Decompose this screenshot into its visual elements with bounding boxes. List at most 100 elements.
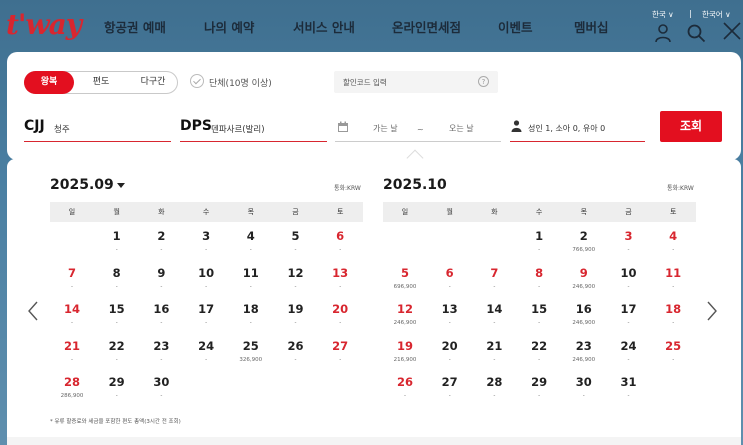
nav-membership[interactable]: 멤버십 — [574, 17, 609, 36]
calendar-day[interactable]: 15 - — [517, 302, 561, 327]
calendar-day[interactable]: 7- — [472, 266, 516, 291]
day-fare: 246,900 — [572, 320, 596, 327]
calendar-day[interactable]: 10 - — [184, 266, 228, 291]
search-panel: 왕복 편도 다구간 단체(10명 이상) 할인코드 입력 ? CJJ 청주 DP… — [7, 52, 741, 160]
calendar-day[interactable]: 12 246,900 — [383, 302, 427, 327]
trip-type-oneway[interactable]: 편도 — [81, 71, 121, 94]
calendar-day[interactable]: 4- — [651, 229, 695, 254]
calendar-day[interactable]: 5- — [274, 229, 318, 254]
day-fare: 696,900 — [393, 283, 417, 290]
day-fare: 246,900 — [572, 356, 596, 363]
day-fare: - — [339, 356, 342, 363]
calendar-day[interactable]: 30 - — [562, 375, 606, 400]
calendar-day[interactable]: 21 - — [472, 339, 516, 364]
calendar-day[interactable]: 20 - — [318, 302, 362, 327]
calendar-day[interactable]: 11 - — [229, 266, 273, 291]
calendar-day[interactable]: 15 - — [95, 302, 139, 327]
next-month-arrow-icon[interactable] — [705, 300, 719, 322]
calendar-day[interactable]: 16 - — [139, 302, 183, 327]
calendar-day[interactable]: 1- — [95, 229, 139, 254]
calendar-day[interactable]: 6- — [318, 229, 362, 254]
day-fare: - — [294, 283, 297, 290]
calendar-day[interactable]: 3- — [607, 229, 651, 254]
passenger-field[interactable]: 성인 1, 소아 0, 유아 0 — [510, 118, 645, 142]
calendar-day[interactable]: 10 - — [607, 266, 651, 291]
country-select[interactable]: 한국 ∨ — [652, 9, 674, 20]
calendar-day[interactable]: 22 - — [95, 339, 139, 364]
calendar-day[interactable]: 13 - — [318, 266, 362, 291]
calendar-day[interactable]: 16 246,900 — [562, 302, 606, 327]
calendar-day[interactable]: 7- — [50, 266, 94, 291]
calendar-day[interactable]: 21 - — [50, 339, 94, 364]
nav-booking[interactable]: 항공권 예매 — [104, 17, 166, 36]
calendar-day[interactable]: 30 - — [139, 375, 183, 400]
calendar-day[interactable]: 20 - — [428, 339, 472, 364]
calendar-day[interactable]: 14 - — [472, 302, 516, 327]
group-checkbox[interactable] — [190, 74, 204, 88]
calendar-day[interactable]: 31 - — [607, 375, 651, 400]
user-icon[interactable] — [653, 23, 673, 43]
calendar-day[interactable]: 29 - — [517, 375, 561, 400]
language-select[interactable]: 한국어 ∨ — [702, 9, 731, 20]
calendar-day[interactable]: 4- — [229, 229, 273, 254]
nav-duty-free[interactable]: 온라인면세점 — [392, 17, 461, 36]
calendar-day[interactable]: 23 246,900 — [562, 339, 606, 364]
calendar-day[interactable]: 29 - — [95, 375, 139, 400]
search-icon[interactable] — [686, 23, 706, 43]
return-date-placeholder[interactable]: 오는 날 — [449, 123, 474, 134]
calendar-day[interactable]: 26 - — [274, 339, 318, 364]
calendar-day[interactable]: 19 216,900 — [383, 339, 427, 364]
calendar-day[interactable]: 28 - — [472, 375, 516, 400]
origin-field[interactable]: CJJ 청주 — [24, 118, 171, 142]
calendar-day[interactable]: 8- — [95, 266, 139, 291]
calendar-day[interactable]: 28 286,900 — [50, 375, 94, 400]
fare-footnote: * 유류 할증료와 세금을 포함한 편도 총액(3시간 전 조회) — [50, 419, 181, 425]
calendar-day[interactable]: 19 - — [274, 302, 318, 327]
depart-date-placeholder[interactable]: 가는 날 — [373, 123, 398, 134]
calendar-day[interactable]: 9- — [139, 266, 183, 291]
trip-type-roundtrip[interactable]: 왕복 — [24, 71, 74, 94]
nav-my-reservation[interactable]: 나의 예약 — [204, 17, 254, 36]
calendar-day[interactable]: 5 696,900 — [383, 266, 427, 291]
day-fare: - — [493, 356, 496, 363]
calendar-day[interactable]: 27 - — [428, 375, 472, 400]
prev-month-arrow-icon[interactable] — [26, 300, 40, 322]
day-number: 27 — [332, 338, 349, 353]
calendar-day[interactable]: 13 - — [428, 302, 472, 327]
calendar-day[interactable]: 2 766,900 — [562, 229, 606, 254]
destination-field[interactable]: DPS 덴파사르(발리) — [180, 118, 327, 142]
calendar-day[interactable]: 12 - — [274, 266, 318, 291]
help-icon[interactable]: ? — [478, 76, 489, 87]
calendar-day[interactable]: 11 - — [651, 266, 695, 291]
calendar-day[interactable]: 24 - — [184, 339, 228, 364]
calendar-day[interactable]: 3- — [184, 229, 228, 254]
calendar-day[interactable]: 17 - — [184, 302, 228, 327]
calendar-day[interactable]: 23 - — [139, 339, 183, 364]
calendar-day[interactable]: 18 - — [229, 302, 273, 327]
calendar-day[interactable]: 8- — [517, 266, 561, 291]
calendar-day[interactable]: 18 - — [651, 302, 695, 327]
calendar-day[interactable]: 6- — [428, 266, 472, 291]
trip-type-multicity[interactable]: 다구간 — [129, 71, 177, 94]
calendar-day[interactable]: 1- — [517, 229, 561, 254]
calendar-day[interactable]: 25 - — [651, 339, 695, 364]
day-fare: - — [672, 320, 675, 327]
date-range-field[interactable]: 가는 날 ~ 오는 날 — [335, 118, 501, 142]
nav-service-guide[interactable]: 서비스 안내 — [293, 17, 355, 36]
calendar-day[interactable]: 24 - — [607, 339, 651, 364]
nav-events[interactable]: 이벤트 — [498, 17, 533, 36]
close-icon[interactable] — [722, 21, 742, 41]
calendar-day[interactable]: 9 246,900 — [562, 266, 606, 291]
calendar-day[interactable]: 22 - — [517, 339, 561, 364]
calendar-day[interactable]: 25 326,900 — [229, 339, 273, 364]
group-label[interactable]: 단체(10명 이상) — [209, 76, 272, 89]
calendar-day[interactable]: 26 - — [383, 375, 427, 400]
calendar-day[interactable]: 27 - — [318, 339, 362, 364]
calendar-day[interactable]: 14 - — [50, 302, 94, 327]
month-dropdown-caret-icon[interactable] — [117, 183, 125, 188]
calendar-day[interactable]: 2- — [139, 229, 183, 254]
search-button[interactable]: 조회 — [660, 111, 722, 142]
calendar-day[interactable]: 17 - — [607, 302, 651, 327]
promo-code-input[interactable]: 할인코드 입력 ? — [334, 71, 498, 93]
lang-divider: | — [689, 9, 692, 18]
